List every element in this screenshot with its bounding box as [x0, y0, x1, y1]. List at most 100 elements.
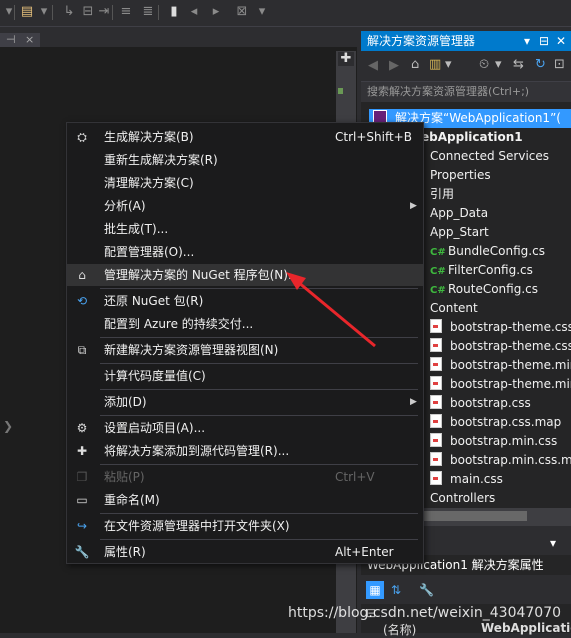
tree-item[interactable]: bootstrap-theme.min	[430, 375, 571, 394]
menu-item[interactable]: ↪ 在文件资源管理器中打开文件夹(X)	[67, 515, 423, 537]
tree-item-label: Controllers	[430, 491, 496, 505]
chevron-down-icon[interactable]: ▾	[495, 57, 502, 72]
solution-explorer-search[interactable]: 搜索解决方案资源管理器(Ctrl+;)	[361, 81, 571, 103]
tree-item[interactable]: C# BundleConfig.cs	[430, 242, 545, 261]
split-window-icon[interactable]: ✚	[338, 52, 354, 66]
menu-item[interactable]: ⛭ 生成解决方案(B) Ctrl+Shift+B	[67, 126, 423, 148]
menu-item[interactable]: ⌂ 管理解决方案的 NuGet 程序包(N)...	[67, 264, 423, 286]
tree-item-label: Content	[430, 301, 478, 315]
pin-icon[interactable]: ⊟	[539, 31, 549, 51]
menu-item-label: 计算代码度量值(C)	[104, 369, 206, 383]
menu-separator	[100, 337, 418, 338]
tree-item[interactable]: Controllers	[430, 489, 495, 508]
menu-item[interactable]: ⟲ 还原 NuGet 包(R)	[67, 290, 423, 312]
tree-item[interactable]: Connected Services	[430, 147, 549, 166]
chevron-right-icon[interactable]: ❯	[3, 419, 13, 433]
menu-item[interactable]: 批生成(T)...	[67, 218, 423, 240]
search-input[interactable]: 搜索解决方案资源管理器(Ctrl+;)	[367, 82, 529, 102]
comment-icon[interactable]: ≡	[118, 4, 134, 20]
context-menu: ⛭ 生成解决方案(B) Ctrl+Shift+B 重新生成解决方案(R) 清理解决方案(…	[66, 122, 424, 564]
refresh-icon[interactable]: ↻	[535, 57, 546, 72]
clear-bookmarks-icon[interactable]: ⊠	[234, 4, 250, 20]
dropdown-icon[interactable]: ▾	[550, 534, 556, 553]
tree-item[interactable]: Content	[430, 299, 478, 318]
tree-item-label: bootstrap.css	[450, 396, 531, 410]
menu-item[interactable]: ⧉ 新建解决方案资源管理器视图(N)	[67, 339, 423, 361]
back-icon[interactable]: ◀	[368, 58, 378, 73]
indent-icon[interactable]: ⇥	[96, 4, 112, 20]
close-icon[interactable]: ✕	[556, 31, 566, 51]
align-icon[interactable]: ⊟	[80, 4, 96, 20]
tree-item[interactable]: bootstrap.min.css	[430, 432, 557, 451]
alphabetical-icon[interactable]: ⇅	[391, 583, 401, 597]
menu-item-shortcut: Ctrl+V	[335, 470, 375, 484]
categorized-icon[interactable]: ▦	[366, 581, 384, 599]
pending-changes-icon[interactable]: ⏲	[479, 57, 489, 72]
bookmark-icon[interactable]: ▮	[166, 4, 182, 20]
menu-item-label: 设置启动项目(A)...	[104, 421, 206, 435]
menu-item-label: 分析(A)	[104, 199, 146, 213]
chevron-down-icon[interactable]: ▾	[254, 4, 270, 20]
css-file-icon	[430, 471, 442, 485]
add-source-icon: ✚	[76, 444, 88, 458]
tree-item-label: Connected Services	[430, 149, 550, 163]
menu-item[interactable]: 计算代码度量值(C)	[67, 365, 423, 387]
menu-separator	[100, 288, 418, 289]
menu-item-label: 重命名(M)	[104, 493, 160, 507]
solution-configs-icon[interactable]: ▤	[19, 4, 35, 20]
prev-bookmark-icon[interactable]: ◂	[186, 4, 202, 20]
tree-item[interactable]: bootstrap-theme.min	[430, 356, 571, 375]
menu-item-label: 属性(R)	[104, 545, 146, 559]
tree-item[interactable]: C# FilterConfig.cs	[430, 261, 533, 280]
menu-item[interactable]: 重新生成解决方案(R)	[67, 149, 423, 171]
solution-explorer-toolbar: ◀ ▶ ⌂ ▥ ▾ ⏲ ▾ ⇆ ↻ ⊡	[361, 51, 571, 81]
tree-item[interactable]: bootstrap-theme.css	[430, 318, 571, 337]
next-bookmark-icon[interactable]: ▸	[208, 4, 224, 20]
uncomment-icon[interactable]: ≣	[140, 4, 156, 20]
tree-item[interactable]: main.css	[430, 470, 503, 489]
menu-item[interactable]: 🔧 属性(R) Alt+Enter	[67, 541, 423, 563]
tree-item[interactable]: bootstrap.min.css.map	[430, 451, 571, 470]
csharp-file-icon: C#	[430, 285, 446, 296]
chevron-down-icon[interactable]: ▾	[445, 57, 452, 72]
nuget-icon: ⌂	[78, 268, 86, 282]
document-tab[interactable]: ⊣ ×	[0, 33, 40, 47]
step-icon[interactable]: ↳	[61, 4, 77, 20]
toolbar-separator	[52, 5, 53, 20]
tree-item[interactable]: Properties	[430, 166, 491, 185]
menu-item[interactable]: 分析(A) ▶	[67, 195, 423, 217]
pin-icon[interactable]: ⊣	[6, 33, 16, 47]
tree-item-label: FilterConfig.cs	[448, 263, 533, 277]
menu-item[interactable]: ▭ 重命名(M)	[67, 489, 423, 511]
main-toolbar: ▾ ▤ ▾ ↳ ⊟ ⇥ ≡ ≣ ▮ ◂ ▸ ⊠ ▾	[0, 0, 571, 27]
tree-item[interactable]: 引用	[430, 185, 454, 204]
menu-item[interactable]: 配置到 Azure 的持续交付...	[67, 313, 423, 335]
tree-item-label: bootstrap-theme.min	[450, 358, 571, 372]
rename-icon: ▭	[76, 493, 88, 507]
tree-item[interactable]: bootstrap-theme.css.	[430, 337, 571, 356]
close-icon[interactable]: ×	[25, 33, 34, 47]
sync-icon[interactable]: ⇆	[513, 57, 524, 72]
menu-item[interactable]: 配置管理器(O)...	[67, 241, 423, 263]
forward-icon[interactable]: ▶	[389, 58, 399, 73]
tree-item-label: main.css	[450, 472, 503, 486]
tree-item[interactable]: App_Start	[430, 223, 489, 242]
tree-item-label: bootstrap.min.css.map	[450, 453, 571, 467]
menu-separator	[100, 363, 418, 364]
tree-item[interactable]: bootstrap.css	[430, 394, 531, 413]
menu-item-label: 还原 NuGet 包(R)	[104, 294, 204, 308]
property-pages-icon[interactable]: 🔧	[419, 583, 434, 597]
tree-item[interactable]: ebApplication1	[421, 128, 523, 147]
home-icon[interactable]: ⌂	[411, 57, 419, 72]
menu-item[interactable]: ✚ 将解决方案添加到源代码管理(R)...	[67, 440, 423, 462]
tree-item[interactable]: C# RouteConfig.cs	[430, 280, 538, 299]
tree-item[interactable]: App_Data	[430, 204, 488, 223]
collapse-icon[interactable]: ⊡	[554, 57, 565, 72]
tree-item[interactable]: bootstrap.css.map	[430, 413, 561, 432]
menu-item[interactable]: 添加(D) ▶	[67, 391, 423, 413]
dropdown-icon[interactable]: ▾	[524, 31, 530, 51]
menu-item[interactable]: ⚙ 设置启动项目(A)...	[67, 417, 423, 439]
solution-view-icon[interactable]: ▥	[429, 57, 441, 72]
menu-item[interactable]: 清理解决方案(C)	[67, 172, 423, 194]
chevron-down-icon[interactable]: ▾	[36, 4, 52, 20]
